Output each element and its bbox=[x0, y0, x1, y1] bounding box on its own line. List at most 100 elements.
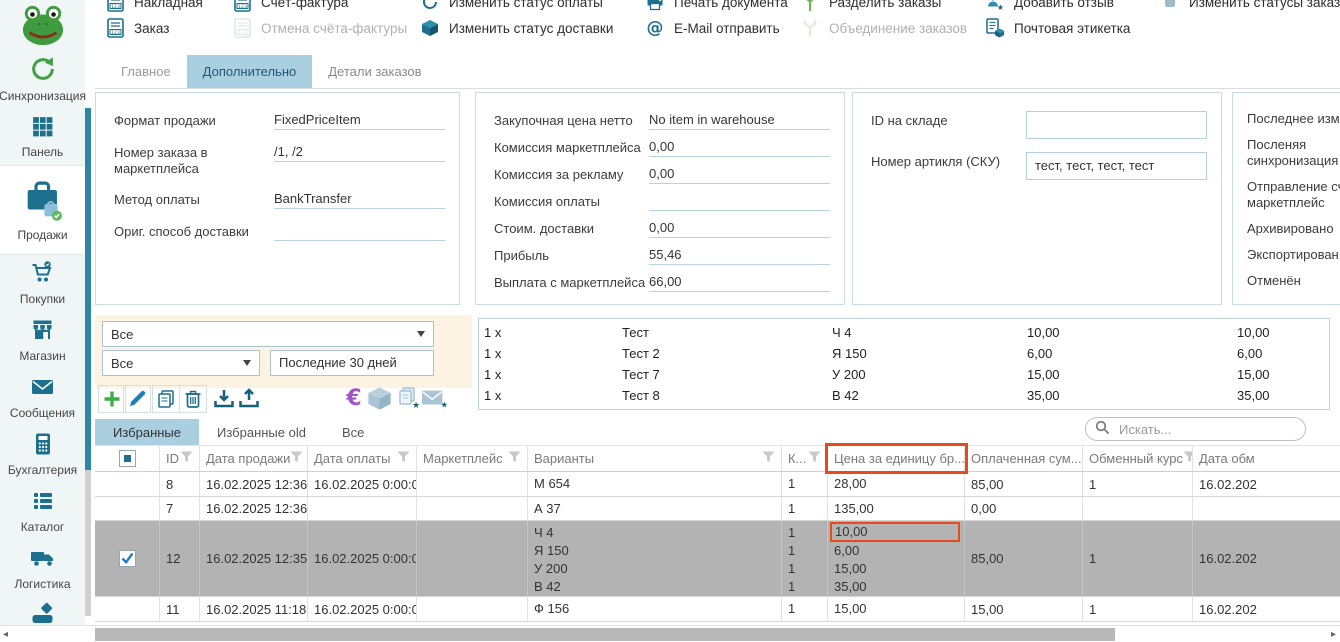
table-row-id-8[interactable]: 816.02.2025 12:36:3916.02.2025 0:00:00М … bbox=[95, 472, 1340, 497]
sidebar-item-calculator[interactable]: Бухгалтерия bbox=[0, 426, 85, 483]
field-value[interactable]: FixedPriceItem bbox=[274, 111, 445, 130]
frog-logo[interactable] bbox=[0, 0, 85, 50]
import-button[interactable] bbox=[211, 385, 237, 411]
table-row-id-11[interactable]: 1116.02.2025 11:18:1816.02.2025 0:00:00Ф… bbox=[95, 597, 1340, 622]
cell-exchange-date: 16.02.202 bbox=[1193, 521, 1340, 596]
scroll-left-arrow-icon[interactable]: ◂ bbox=[3, 629, 8, 640]
column-header-5[interactable]: Варианты bbox=[528, 446, 782, 471]
horizontal-scrollbar-thumb[interactable] bbox=[95, 628, 1115, 641]
field-value[interactable]: тест, тест, тест, тест bbox=[1026, 152, 1207, 180]
tab-order-details[interactable]: Детали заказов bbox=[312, 55, 437, 88]
filter-funnel-icon[interactable] bbox=[762, 451, 775, 466]
field-value[interactable] bbox=[649, 192, 830, 211]
search-input[interactable] bbox=[1117, 421, 1297, 438]
toolbar-button[interactable]: 123Накладная bbox=[105, 0, 203, 13]
column-header-2[interactable]: Дата продажи bbox=[200, 446, 308, 471]
toolbar-button[interactable]: Печать документа bbox=[645, 0, 788, 13]
cell-exchange-date bbox=[1193, 497, 1340, 520]
euro-button[interactable]: € bbox=[341, 385, 367, 411]
sidebar-item-store[interactable]: Магазин bbox=[0, 312, 85, 369]
toolbar-button[interactable]: 123Заказ bbox=[105, 17, 203, 39]
item-variant: У 200 bbox=[832, 367, 1027, 382]
sidebar-item-truck[interactable]: Логистика bbox=[0, 540, 85, 597]
filter-funnel-icon[interactable] bbox=[180, 451, 193, 466]
form-field: Формат продажиFixedPriceItem bbox=[114, 111, 445, 130]
column-header-8[interactable]: Оплаченная сум... bbox=[965, 446, 1083, 471]
cell-id: 11 bbox=[160, 597, 200, 621]
grid-tab-1[interactable]: Избранные old bbox=[199, 419, 324, 445]
table-row-id-12[interactable]: 1216.02.2025 12:35:3816.02.2025 0:00:00Ч… bbox=[95, 521, 1340, 597]
toolbar-button[interactable]: Разделить заказы bbox=[800, 0, 967, 13]
marketplace-filter-select[interactable]: Все bbox=[102, 321, 434, 347]
sidebar-item-mail[interactable]: Сообщения bbox=[0, 369, 85, 426]
package-button[interactable] bbox=[366, 385, 392, 411]
export-button[interactable] bbox=[236, 385, 262, 411]
toolbar-button[interactable]: @E-Mail отправить bbox=[645, 17, 788, 39]
copy-star-button[interactable]: ★ bbox=[395, 385, 421, 411]
item-qty: 1 x bbox=[484, 346, 622, 361]
sidebar-item-sales-bag[interactable]: Продажи bbox=[0, 165, 85, 255]
svg-text:★: ★ bbox=[440, 399, 447, 409]
filter-funnel-icon[interactable] bbox=[808, 451, 821, 466]
period-input[interactable]: Последние 30 дней bbox=[270, 350, 434, 376]
field-value[interactable]: BankTransfer bbox=[274, 190, 445, 209]
order-item-row[interactable]: 1 xТест 7У 20015,0015,00 bbox=[479, 364, 1329, 385]
sidebar-scrollbar-track[interactable] bbox=[85, 470, 91, 616]
column-header-0[interactable] bbox=[95, 446, 160, 471]
toolbar-button[interactable]: Изменить статус доставки bbox=[420, 17, 613, 39]
field-value[interactable] bbox=[1026, 111, 1207, 139]
column-header-7[interactable]: Цена за единицу бр... bbox=[828, 446, 965, 471]
sync-circle-icon bbox=[420, 0, 440, 11]
field-value[interactable]: No item in warehouse bbox=[649, 111, 830, 130]
mail-star-button[interactable]: ★ bbox=[421, 385, 447, 411]
column-header-3[interactable]: Дата оплаты bbox=[308, 446, 417, 471]
filter-funnel-icon[interactable] bbox=[508, 451, 521, 466]
grid-tab-2[interactable]: Все bbox=[324, 419, 382, 445]
field-value[interactable]: 55,46 bbox=[649, 246, 830, 265]
toolbar-button[interactable]: ★Добавить отзыв bbox=[985, 0, 1130, 13]
toolbar-button[interactable]: 123Отмена счёта-фактуры bbox=[232, 17, 407, 39]
edit-button[interactable] bbox=[123, 385, 151, 413]
column-header-9[interactable]: Обменный курс bbox=[1083, 446, 1193, 471]
status-filter-select[interactable]: Все bbox=[102, 350, 260, 376]
grid-tab-0[interactable]: Избранные bbox=[95, 419, 199, 445]
filter-funnel-icon[interactable] bbox=[1183, 451, 1193, 466]
table-row-id-7[interactable]: 716.02.2025 12:36:14А 371135,000,00 bbox=[95, 497, 1340, 521]
sidebar-item-sync[interactable]: Синхронизация bbox=[0, 50, 85, 109]
toolbar-button[interactable]: Изменить статус оплаты bbox=[420, 0, 613, 13]
scroll-right-arrow-icon[interactable]: ▸ bbox=[1331, 629, 1336, 640]
column-header-4[interactable]: Маркетплейс bbox=[417, 446, 528, 471]
field-value[interactable]: 0,00 bbox=[649, 219, 830, 238]
filter-funnel-icon[interactable] bbox=[397, 451, 410, 466]
toolbar-button[interactable]: Объединение заказов bbox=[800, 17, 967, 39]
order-item-row[interactable]: 1 xТест 8В 4235,0035,00 bbox=[479, 385, 1329, 406]
field-value[interactable]: 0,00 bbox=[649, 165, 830, 184]
row-checkbox[interactable] bbox=[119, 550, 136, 567]
delete-button[interactable] bbox=[179, 385, 207, 413]
sidebar-scrollbar-thumb[interactable] bbox=[85, 108, 91, 470]
toolbar-button[interactable]: 123Счёт-фактура bbox=[232, 0, 407, 13]
order-item-row[interactable]: 1 xТест 2Я 1506,006,00 bbox=[479, 343, 1329, 364]
copy-button[interactable] bbox=[152, 385, 180, 413]
field-value[interactable]: /1, /2 bbox=[274, 143, 445, 162]
sidebar-item-cart[interactable]: Покупки bbox=[0, 255, 85, 312]
tab-main[interactable]: Главное bbox=[105, 55, 187, 88]
toolbar-button[interactable]: Изменить статусы заказо bbox=[1160, 0, 1340, 13]
column-header-6[interactable]: К... bbox=[782, 446, 828, 471]
toolbar-button-label: Заказ bbox=[134, 21, 169, 36]
field-value[interactable]: 0,00 bbox=[649, 138, 830, 157]
field-value[interactable] bbox=[274, 222, 445, 241]
add-button[interactable] bbox=[98, 385, 126, 413]
tab-additional[interactable]: Дополнительно bbox=[187, 55, 313, 88]
column-header-label: Обменный курс bbox=[1089, 451, 1183, 466]
sidebar-item-catalog-list[interactable]: Каталог bbox=[0, 483, 85, 540]
filter-funnel-icon[interactable] bbox=[290, 451, 303, 466]
order-item-row[interactable]: 1 xТестЧ 410,0010,00 bbox=[479, 322, 1329, 343]
field-value[interactable]: 66,00 bbox=[649, 273, 830, 292]
column-header-1[interactable]: ID bbox=[160, 446, 200, 471]
column-header-10[interactable]: Дата обм bbox=[1193, 446, 1340, 471]
panel-finance-info: Закупочная цена неттоNo item in warehous… bbox=[475, 92, 845, 305]
toolbar-button[interactable]: Почтовая этикетка bbox=[985, 17, 1130, 39]
sidebar-item-dashboard-grid[interactable]: Панель bbox=[0, 109, 85, 165]
select-all-checkbox[interactable] bbox=[119, 450, 136, 467]
